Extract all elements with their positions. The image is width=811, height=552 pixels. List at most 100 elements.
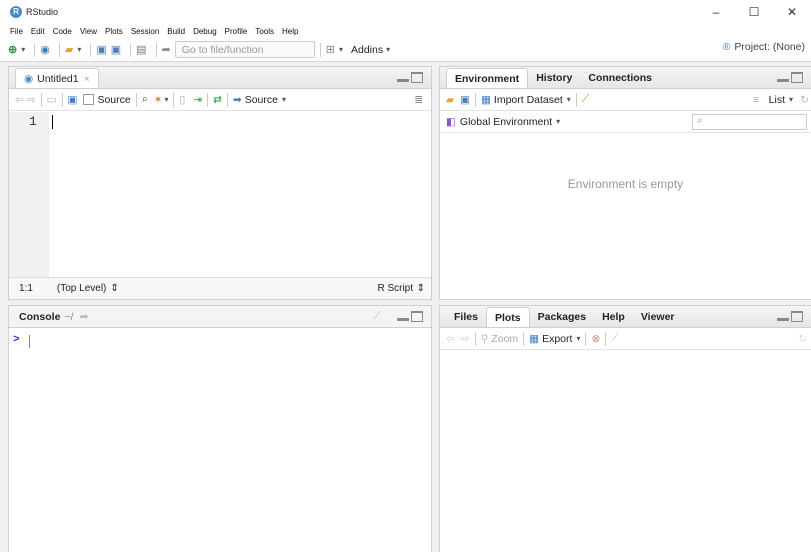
global-env-selector[interactable]: Global Environment [460, 116, 552, 128]
refresh-icon[interactable]: ↻ [798, 333, 807, 345]
new-file-dropdown-icon[interactable]: ▾ [21, 42, 25, 58]
toolbar-divider [207, 92, 209, 107]
find-replace-icon[interactable]: ⌕ [142, 93, 148, 106]
toolbar-divider [155, 42, 157, 57]
back-arrow-icon[interactable]: ⇦ [15, 94, 24, 106]
save-workspace-icon[interactable]: ▣ [460, 94, 470, 106]
export-dropdown-icon[interactable]: ▾ [576, 334, 580, 343]
global-env-dropdown-icon[interactable]: ▾ [556, 117, 560, 126]
view-mode-dropdown-icon[interactable]: ▾ [789, 95, 793, 104]
zoom-button[interactable]: Zoom [491, 333, 518, 345]
workspace-panes-icon[interactable]: ⊞ [326, 42, 335, 58]
environment-pane: Environment History Connections ▰ ▣ ▦ Im… [439, 66, 811, 300]
maximize-pane-icon[interactable] [791, 72, 803, 83]
open-file-dropdown-icon[interactable]: ▾ [77, 42, 81, 58]
project-label: Project: (None) [734, 41, 805, 53]
clear-plots-icon[interactable]: ⟋ [611, 332, 618, 345]
menu-plots[interactable]: Plots [105, 27, 123, 36]
save-all-icon[interactable]: ▣ [111, 42, 121, 58]
go-to-directory-icon[interactable]: ➦ [79, 310, 88, 323]
addins-menu[interactable]: Addins [351, 44, 383, 56]
open-file-icon[interactable]: ▰ [65, 42, 73, 58]
tab-help[interactable]: Help [594, 307, 633, 327]
previous-plot-icon[interactable]: ⇦ [446, 333, 455, 345]
menu-edit[interactable]: Edit [31, 27, 45, 36]
tab-untitled1[interactable]: ◉ Untitled1 × [15, 68, 99, 88]
run-line-icon[interactable]: ⇥ [193, 94, 202, 106]
print-icon[interactable]: ▤ [136, 42, 146, 58]
source-button[interactable]: Source [245, 94, 278, 106]
rerun-icon[interactable]: ⇄ [213, 94, 222, 106]
source-dropdown-icon[interactable]: ▾ [282, 95, 286, 104]
menu-view[interactable]: View [80, 27, 97, 36]
environment-search-input[interactable]: ⌕ [692, 114, 807, 130]
toolbar-divider [90, 42, 92, 57]
console-input-area[interactable] [9, 328, 431, 552]
new-file-icon[interactable]: ⊕ [8, 42, 17, 58]
close-button[interactable]: ✕ [773, 0, 811, 24]
import-dataset-button[interactable]: Import Dataset [494, 94, 563, 106]
menu-debug[interactable]: Debug [193, 27, 217, 36]
minimize-pane-icon[interactable] [397, 311, 409, 321]
editor-area[interactable] [49, 112, 431, 277]
import-dataset-dropdown-icon[interactable]: ▾ [567, 95, 571, 104]
compile-report-icon[interactable]: ▯ [179, 94, 185, 106]
scope-updown-icon[interactable]: ⇕ [110, 283, 118, 294]
save-icon[interactable]: ▣ [68, 94, 78, 106]
code-tools-dropdown-icon[interactable]: ▾ [164, 95, 168, 104]
minimize-pane-icon[interactable] [397, 72, 409, 82]
console-tabbar: Console ~/ ➦ ⟋ [9, 306, 431, 328]
console-tab[interactable]: Console [19, 311, 60, 323]
menu-profile[interactable]: Profile [225, 27, 248, 36]
source-arrow-icon[interactable]: ➡ [233, 94, 242, 106]
clear-workspace-icon[interactable]: ⟋ [582, 93, 589, 106]
tab-packages[interactable]: Packages [530, 307, 594, 327]
tab-viewer[interactable]: Viewer [633, 307, 683, 327]
refresh-icon[interactable]: ↻ [800, 94, 809, 106]
menu-tools[interactable]: Tools [255, 27, 274, 36]
document-outline-icon[interactable]: ≣ [414, 94, 423, 106]
r-file-icon: ◉ [24, 72, 34, 85]
goto-file-input[interactable]: Go to file/function [174, 41, 315, 58]
file-type-selector[interactable]: R Script [377, 283, 413, 294]
maximize-pane-icon[interactable] [411, 72, 423, 83]
menu-build[interactable]: Build [167, 27, 185, 36]
project-menu[interactable]: ® Project: (None) [723, 41, 805, 53]
window-controls: – ☐ ✕ [697, 0, 811, 24]
minimize-pane-icon[interactable] [777, 311, 789, 321]
menu-code[interactable]: Code [53, 27, 72, 36]
close-tab-icon[interactable]: × [84, 73, 90, 85]
show-in-window-icon[interactable]: ▭ [47, 94, 57, 106]
minimize-button[interactable]: – [697, 0, 735, 24]
menu-file[interactable]: File [10, 27, 23, 36]
file-type-updown-icon[interactable]: ⇕ [417, 283, 425, 294]
code-tools-icon[interactable]: ✶ [154, 94, 163, 106]
new-project-icon[interactable]: ◉ [40, 42, 50, 58]
forward-arrow-icon[interactable]: ⇨ [27, 94, 36, 106]
view-mode-selector[interactable]: List [769, 94, 785, 106]
clear-console-icon[interactable]: ⟋ [373, 310, 381, 323]
menu-help[interactable]: Help [282, 27, 298, 36]
source-on-save-checkbox[interactable] [83, 94, 95, 105]
toolbar-divider [58, 42, 60, 57]
workspace-panes-dropdown-icon[interactable]: ▾ [339, 42, 343, 58]
tab-files[interactable]: Files [446, 307, 486, 327]
maximize-pane-icon[interactable] [411, 311, 423, 322]
tab-connections[interactable]: Connections [580, 68, 660, 88]
remove-plot-icon[interactable]: ⊗ [591, 333, 600, 345]
tab-environment[interactable]: Environment [446, 68, 529, 88]
export-button[interactable]: Export [542, 333, 572, 345]
maximize-pane-icon[interactable] [791, 311, 803, 322]
toolbar-divider [319, 42, 321, 57]
tab-history[interactable]: History [528, 68, 580, 88]
maximize-button[interactable]: ☐ [735, 0, 773, 24]
tab-plots[interactable]: Plots [485, 307, 530, 327]
console-path: ~/ [64, 310, 74, 323]
save-icon[interactable]: ▣ [96, 42, 106, 58]
addins-dropdown-icon[interactable]: ▾ [386, 42, 390, 58]
scope-selector[interactable]: (Top Level) [57, 283, 106, 294]
next-plot-icon[interactable]: ⇨ [461, 333, 470, 345]
load-workspace-icon[interactable]: ▰ [446, 94, 454, 106]
menu-session[interactable]: Session [131, 27, 159, 36]
minimize-pane-icon[interactable] [777, 72, 789, 82]
